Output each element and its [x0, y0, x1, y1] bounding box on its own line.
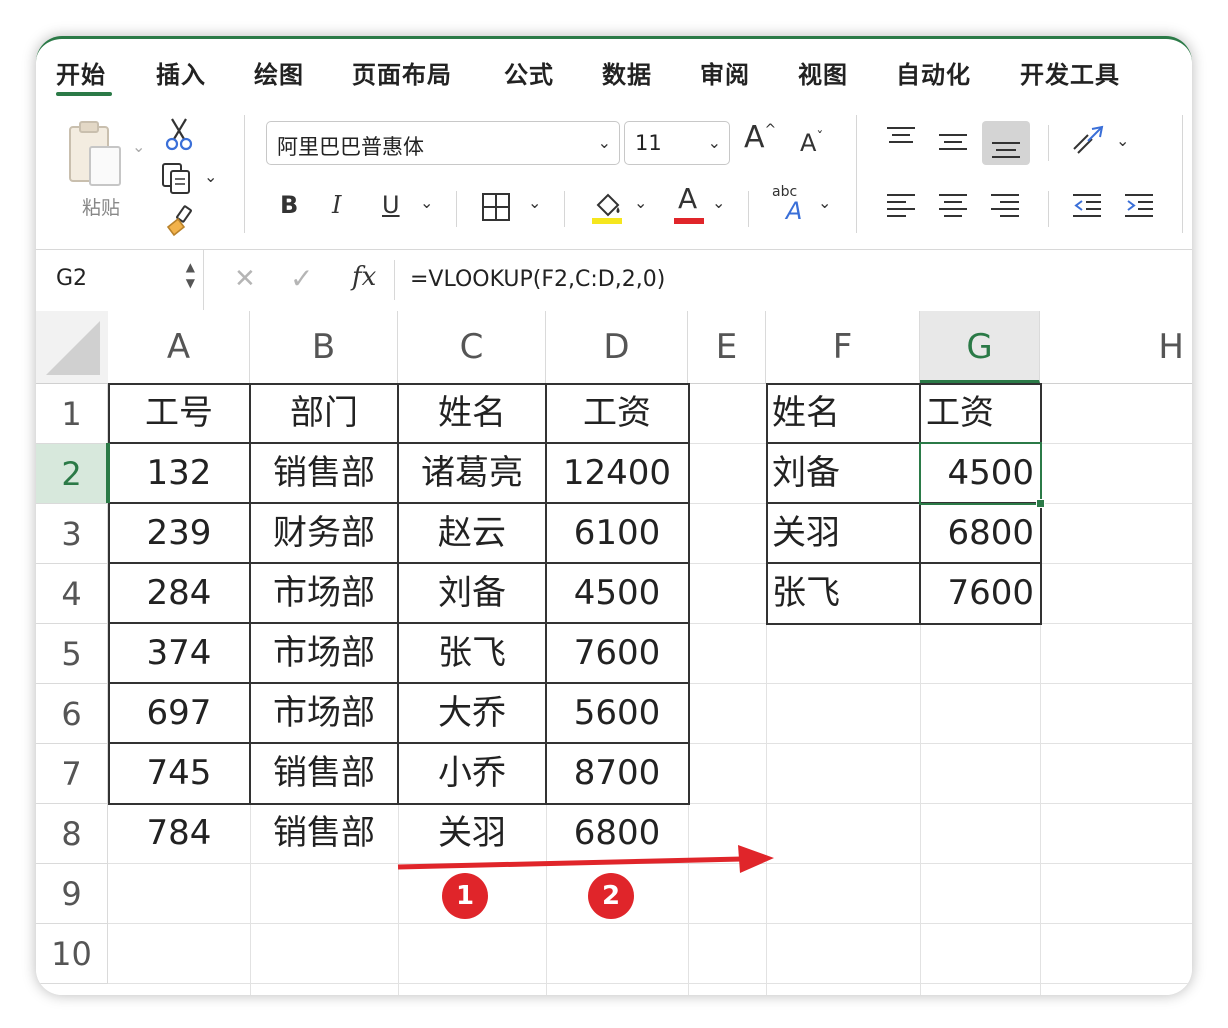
font-color-button[interactable]: A: [672, 185, 706, 225]
wrap-text-button[interactable]: abc A: [772, 185, 808, 225]
divider: [564, 191, 565, 227]
bold-button[interactable]: B: [280, 193, 298, 217]
increase-font-size-button[interactable]: A^: [744, 123, 776, 153]
align-right-icon[interactable]: [990, 191, 1020, 221]
align-bottom-icon: [992, 142, 1020, 158]
copy-dropdown-icon[interactable]: ⌄: [204, 167, 217, 186]
formula-bar: G2 ▲ ▼ ✕ ✓ fx =VLOOKUP(F2,C:D,2,0): [36, 249, 1192, 313]
tab-data[interactable]: 数据: [602, 55, 652, 90]
fill-color-dropdown-icon[interactable]: ⌄: [634, 193, 647, 212]
divider: [244, 115, 245, 233]
enter-icon[interactable]: ✓: [290, 262, 313, 295]
tab-insert[interactable]: 插入: [156, 55, 206, 90]
tab-draw[interactable]: 绘图: [254, 55, 304, 90]
name-box[interactable]: G2 ▲ ▼: [36, 250, 204, 310]
paste-icon: [69, 121, 121, 186]
decrease-font-size-button[interactable]: Aˇ: [800, 131, 823, 155]
ribbon-toolbar: ⌄ 粘贴 ⌄ 阿里巴巴普惠体 ⌄ 11 ⌄ A^ Aˇ B I U ⌄ ⌄ ⌄ …: [36, 105, 1192, 249]
orientation-icon[interactable]: [1070, 123, 1106, 157]
chevron-down-icon: ⌄: [707, 133, 721, 152]
increase-indent-icon[interactable]: [1124, 191, 1154, 221]
format-painter-icon[interactable]: [164, 205, 196, 237]
divider: [1048, 125, 1049, 161]
annotation-badge-2: 2: [588, 873, 634, 919]
font-color-dropdown-icon[interactable]: ⌄: [712, 193, 725, 212]
tab-formulas[interactable]: 公式: [504, 55, 554, 90]
align-center-icon[interactable]: [938, 191, 968, 221]
fill-color-icon[interactable]: [590, 189, 624, 225]
divider: [1048, 191, 1049, 227]
divider: [456, 191, 457, 227]
excel-window: 开始 插入 绘图 页面布局 公式 数据 审阅 视图 自动化 开发工具 ⌄ 粘贴 …: [36, 36, 1192, 995]
paste-button[interactable]: [64, 119, 126, 191]
divider: [1182, 115, 1183, 233]
paste-label: 粘贴: [82, 197, 121, 219]
borders-icon[interactable]: [480, 191, 512, 223]
italic-button[interactable]: I: [332, 193, 341, 217]
name-box-stepper-icon[interactable]: ▲ ▼: [186, 259, 195, 291]
font-name-value: 阿里巴巴普惠体: [277, 135, 424, 159]
underline-dropdown-icon[interactable]: ⌄: [420, 193, 433, 212]
chevron-down-icon: ⌄: [597, 133, 611, 152]
tab-automate[interactable]: 自动化: [896, 55, 971, 90]
cancel-icon[interactable]: ✕: [234, 264, 256, 294]
cut-icon[interactable]: [164, 117, 194, 151]
ribbon-tabs: 开始 插入 绘图 页面布局 公式 数据 审阅 视图 自动化 开发工具: [36, 39, 1192, 105]
annotation-arrow-line: [397, 856, 743, 870]
text-direction-icon: A: [786, 197, 803, 225]
text-direction-dropdown-icon[interactable]: ⌄: [818, 193, 831, 212]
divider: [394, 260, 395, 300]
font-color-swatch: [674, 218, 704, 224]
font-size-value: 11: [635, 131, 662, 155]
tab-page-layout[interactable]: 页面布局: [352, 55, 452, 90]
font-name-select[interactable]: 阿里巴巴普惠体 ⌄: [266, 121, 620, 165]
insert-function-icon[interactable]: fx: [352, 262, 376, 292]
decrease-font-icon: A: [800, 129, 817, 157]
tab-view[interactable]: 视图: [798, 55, 848, 90]
divider: [856, 115, 857, 233]
increase-font-icon: A: [744, 120, 765, 155]
active-tab-indicator: [56, 92, 112, 96]
align-middle-icon[interactable]: [938, 131, 968, 157]
tab-developer[interactable]: 开发工具: [1020, 55, 1120, 90]
tab-home[interactable]: 开始: [56, 55, 106, 90]
borders-dropdown-icon[interactable]: ⌄: [528, 193, 541, 212]
paste-dropdown-icon[interactable]: ⌄: [132, 137, 145, 156]
align-top-icon[interactable]: [886, 125, 916, 151]
copy-icon[interactable]: [160, 161, 194, 195]
font-color-icon: A: [678, 182, 698, 215]
align-bottom-button[interactable]: [982, 121, 1030, 165]
divider: [748, 191, 749, 227]
tab-review[interactable]: 审阅: [700, 55, 750, 90]
orientation-dropdown-icon[interactable]: ⌄: [1116, 131, 1129, 150]
underline-button[interactable]: U: [382, 193, 400, 217]
annotation-arrow-head: [738, 845, 774, 873]
worksheet-grid: A B C D E F G H 1 2 3 4 5 6 7 8 9 10 工号 …: [36, 311, 1192, 995]
font-size-select[interactable]: 11 ⌄: [624, 121, 730, 165]
cell-reference: G2: [56, 266, 88, 291]
decrease-indent-icon[interactable]: [1072, 191, 1102, 221]
annotation-badge-1: 1: [442, 873, 488, 919]
align-left-icon[interactable]: [886, 191, 916, 221]
formula-input[interactable]: =VLOOKUP(F2,C:D,2,0): [410, 267, 665, 292]
